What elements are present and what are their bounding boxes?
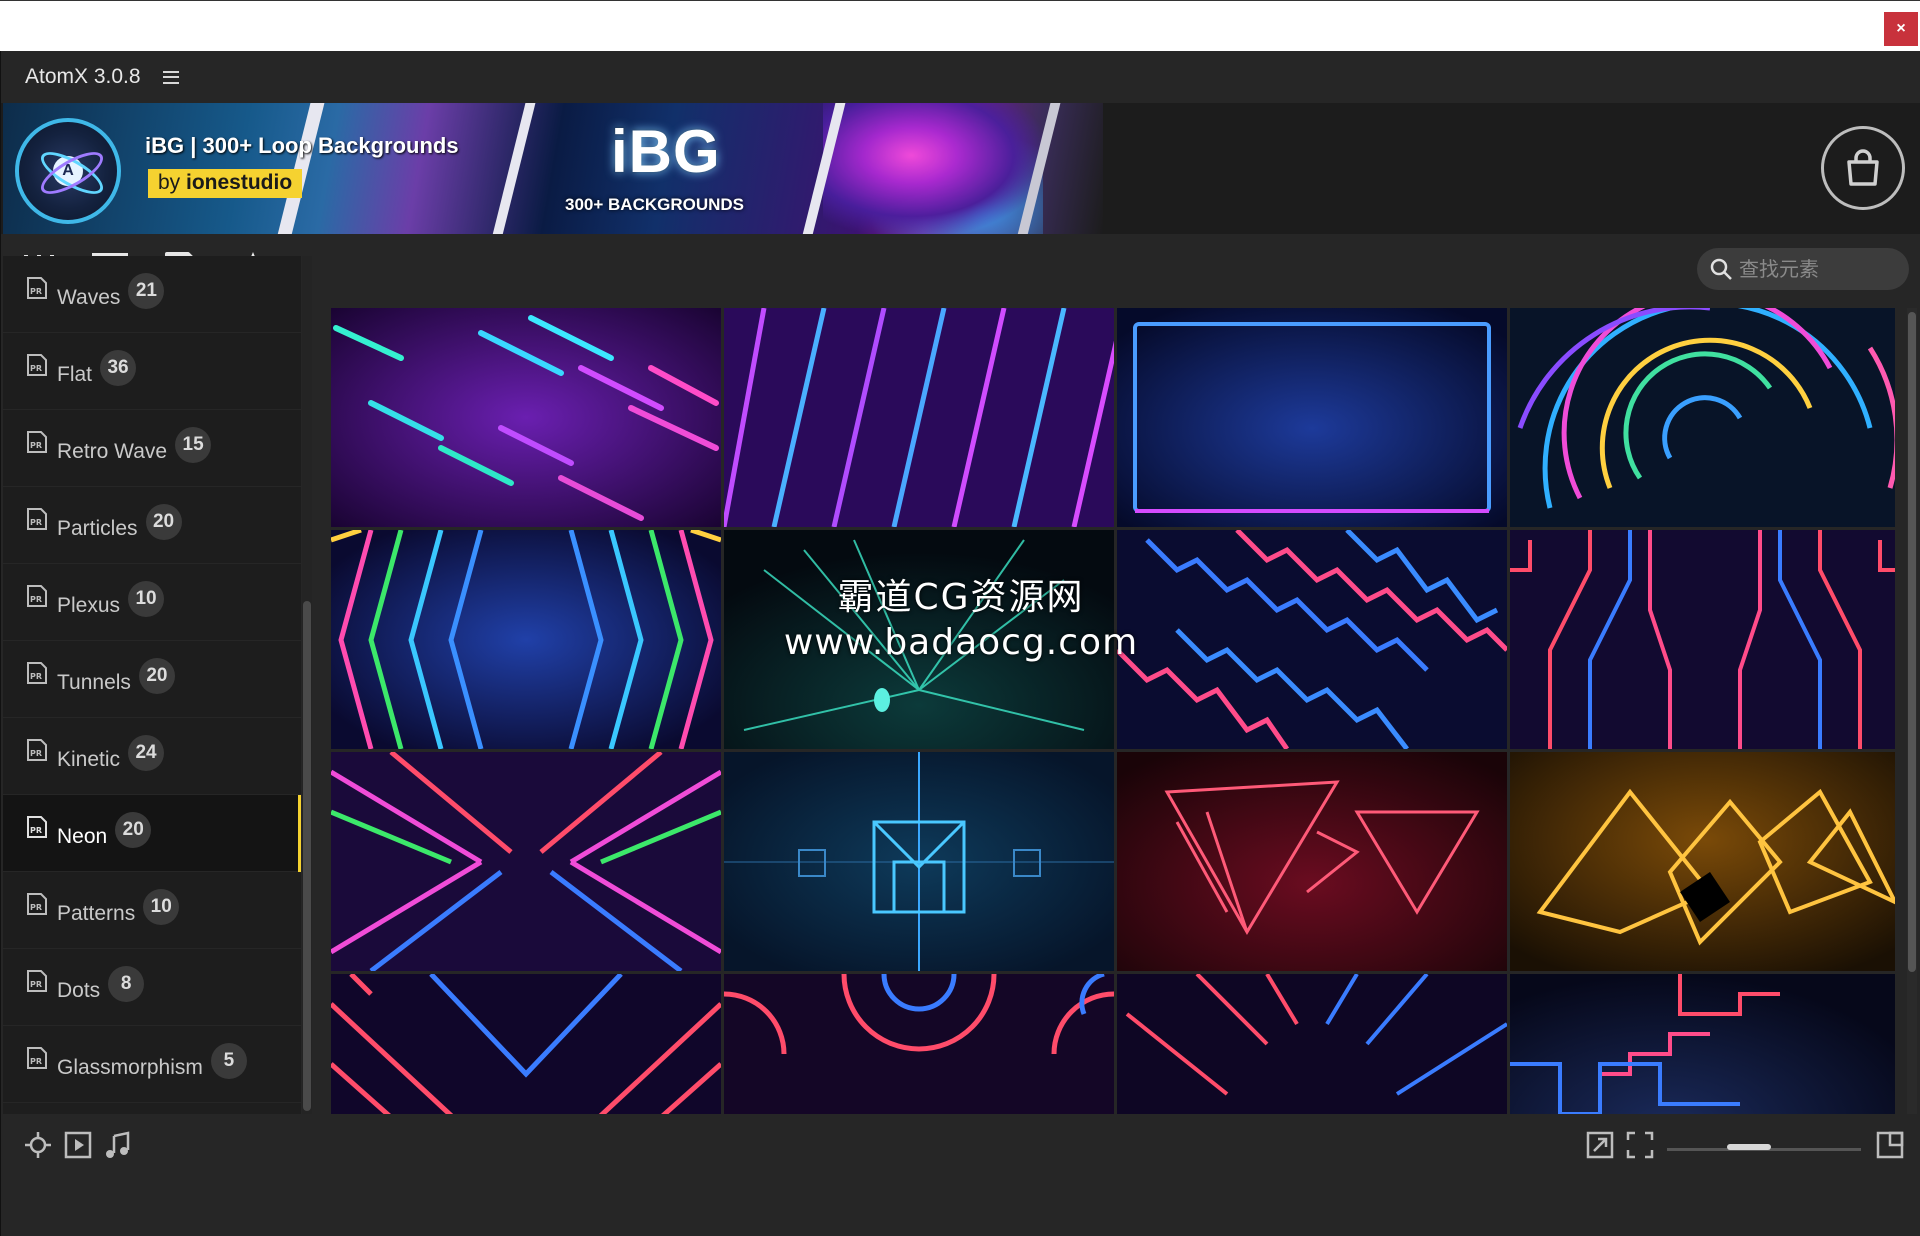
premiere-file-icon: PR xyxy=(27,508,47,530)
sidebar-item-label: Tunnels xyxy=(57,671,131,694)
sidebar-item-label: Retro Wave xyxy=(57,440,168,463)
music-note-icon[interactable] xyxy=(101,1128,135,1162)
banner-author: by ionestudio xyxy=(148,169,303,198)
premiere-file-icon: PR xyxy=(27,354,47,376)
thumbnail-neon-cube[interactable] xyxy=(724,752,1114,971)
sidebar-item-patterns[interactable]: PR Patterns 10 xyxy=(3,872,301,949)
count-badge: 10 xyxy=(128,581,165,617)
svg-text:PR: PR xyxy=(30,903,42,912)
app-title-bar: AtomX 3.0.8 xyxy=(1,51,1920,103)
sidebar-item-label: Patterns xyxy=(57,902,136,925)
count-badge: 20 xyxy=(138,658,175,694)
svg-text:PR: PR xyxy=(30,826,42,835)
os-title-bar: × xyxy=(0,0,1920,51)
svg-text:PR: PR xyxy=(30,672,42,681)
sidebar-item-waves[interactable]: PR Waves 21 xyxy=(3,256,301,333)
promo-title: iBG xyxy=(611,118,721,185)
bottom-bar xyxy=(1,1114,1920,1185)
count-badge: 15 xyxy=(175,427,212,463)
search-box[interactable] xyxy=(1697,248,1909,290)
thumbnail-grid xyxy=(331,308,1895,1164)
banner-by-prefix: by xyxy=(158,171,187,194)
svg-text:PR: PR xyxy=(30,1057,42,1066)
sidebar-item-label: Glassmorphism xyxy=(57,1056,203,1079)
thumbnail-neon-frame[interactable] xyxy=(1117,308,1507,527)
svg-text:PR: PR xyxy=(30,287,42,296)
plugin-icon[interactable] xyxy=(21,1128,55,1162)
svg-text:PR: PR xyxy=(30,595,42,604)
play-box-icon[interactable] xyxy=(61,1128,95,1162)
thumbnail-neon-warp-burst[interactable] xyxy=(724,530,1114,749)
sidebar-item-label: Particles xyxy=(57,517,138,540)
sidebar-item-retro-wave[interactable]: PR Retro Wave 15 xyxy=(3,410,301,487)
grid-scrollbar-thumb[interactable] xyxy=(1908,312,1916,972)
premiere-file-icon: PR xyxy=(27,277,47,299)
thumbnail-neon-x-lines[interactable] xyxy=(331,752,721,971)
sidebar-item-label: Flat xyxy=(57,363,93,386)
svg-text:PR: PR xyxy=(30,749,42,758)
count-badge: 36 xyxy=(100,350,137,386)
premiere-file-icon: PR xyxy=(27,662,47,684)
premiere-file-icon: PR xyxy=(27,431,47,453)
sidebar-item-kinetic[interactable]: PR Kinetic 24 xyxy=(3,718,301,795)
count-badge: 24 xyxy=(128,735,165,771)
svg-text:PR: PR xyxy=(30,364,42,373)
atomx-logo-icon: A xyxy=(15,118,121,224)
count-badge: 20 xyxy=(115,812,152,848)
sidebar-scrollbar-thumb[interactable] xyxy=(303,601,311,1111)
svg-text:PR: PR xyxy=(30,980,42,989)
fullscreen-icon[interactable] xyxy=(1873,1128,1907,1162)
thumbnail-neon-red-pyramids[interactable] xyxy=(1117,752,1507,971)
count-badge: 21 xyxy=(128,273,165,309)
count-badge: 20 xyxy=(145,504,182,540)
app-window: AtomX 3.0.8 A iBG | 300+ Loop Background… xyxy=(0,51,1920,1236)
premiere-file-icon: PR xyxy=(27,739,47,761)
export-icon[interactable] xyxy=(1583,1128,1617,1162)
sidebar-item-label: Waves xyxy=(57,286,121,309)
sidebar-item-tunnels[interactable]: PR Tunnels 20 xyxy=(3,641,301,718)
sidebar-item-label: Dots xyxy=(57,979,101,1002)
thumbnail-neon-zigzag[interactable] xyxy=(1117,530,1507,749)
thumbnail-neon-gold-pyramids[interactable] xyxy=(1510,752,1895,971)
premiere-file-icon: PR xyxy=(27,1047,47,1069)
shop-bag-button[interactable] xyxy=(1821,126,1905,210)
sidebar-item-dots[interactable]: PR Dots 8 xyxy=(3,949,301,1026)
thumbnail-neon-tunnel-lines[interactable] xyxy=(1510,530,1895,749)
banner-title: iBG | 300+ Loop Backgrounds xyxy=(145,133,459,158)
thumbnail-neon-diagonal-stripes[interactable] xyxy=(724,308,1114,527)
app-title: AtomX 3.0.8 xyxy=(25,65,141,88)
count-badge: 8 xyxy=(108,966,145,1002)
promo-banner[interactable]: A iBG | 300+ Loop Backgrounds by ionestu… xyxy=(3,103,1103,234)
search-input[interactable] xyxy=(1739,257,1899,281)
banner-author-name: ionestudio xyxy=(186,171,293,194)
svg-text:PR: PR xyxy=(30,518,42,527)
svg-text:PR: PR xyxy=(30,441,42,450)
premiere-file-icon: PR xyxy=(27,893,47,915)
premiere-file-icon: PR xyxy=(27,816,47,838)
promo-subtitle: 300+ BACKGROUNDS xyxy=(565,195,745,214)
search-icon xyxy=(1710,258,1732,280)
sidebar-item-plexus[interactable]: PR Plexus 10 xyxy=(3,564,301,641)
count-badge: 5 xyxy=(210,1043,247,1079)
count-badge: 10 xyxy=(143,889,180,925)
sidebar-item-glassmorphism[interactable]: PR Glassmorphism 5 xyxy=(3,1026,301,1103)
thumbnail-neon-rings[interactable] xyxy=(1510,308,1895,527)
thumbnail-neon-chevrons[interactable] xyxy=(331,530,721,749)
banner-row: A iBG | 300+ Loop Backgrounds by ionestu… xyxy=(1,103,1920,234)
fit-icon[interactable] xyxy=(1623,1128,1657,1162)
sidebar-item-flat[interactable]: PR Flat 36 xyxy=(3,333,301,410)
sidebar-item-neon[interactable]: PR Neon 20 xyxy=(3,795,301,872)
window-close-button[interactable]: × xyxy=(1884,12,1918,46)
category-sidebar: PR Waves 21 PR Flat 36 PR Retro Wave 15 … xyxy=(3,256,301,1114)
hamburger-menu-icon[interactable] xyxy=(162,70,179,84)
sidebar-item-label: Kinetic xyxy=(57,748,121,771)
thumbnail-neon-diagonal-dashes[interactable] xyxy=(331,308,721,527)
shopping-bag-icon xyxy=(1847,149,1879,186)
sidebar-item-label: Neon xyxy=(57,825,108,848)
sidebar-item-particles[interactable]: PR Particles 20 xyxy=(3,487,301,564)
premiere-file-icon: PR xyxy=(27,585,47,607)
sidebar-item-label: Plexus xyxy=(57,594,121,617)
premiere-file-icon: PR xyxy=(27,970,47,992)
thumbnail-size-slider-knob[interactable] xyxy=(1727,1144,1771,1150)
